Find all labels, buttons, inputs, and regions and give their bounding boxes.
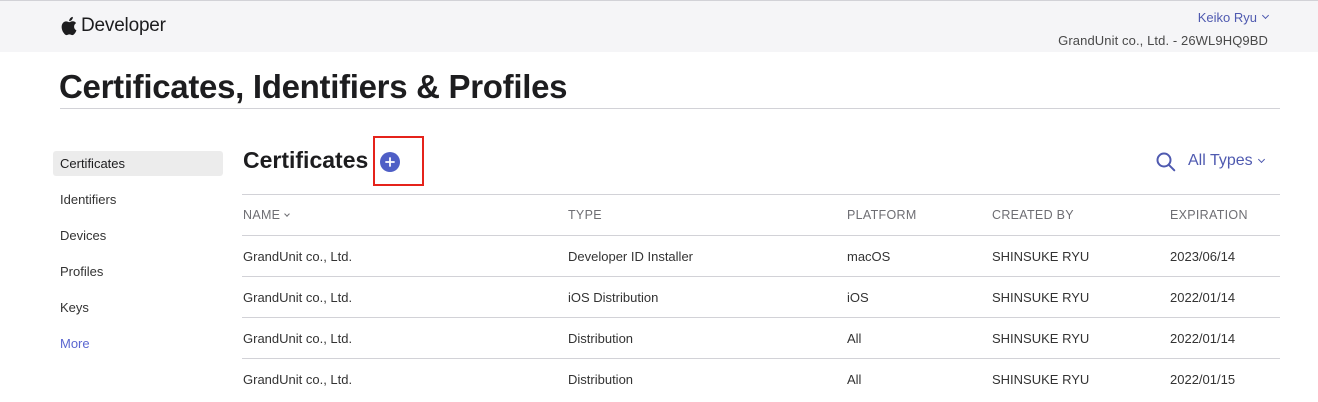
cell-name: GrandUnit co., Ltd. — [243, 331, 353, 346]
cell-expiration: 2022/01/14 — [1170, 290, 1236, 305]
sidebar-item-certificates[interactable]: Certificates — [53, 151, 223, 176]
cell-name: GrandUnit co., Ltd. — [243, 290, 353, 305]
sidebar-item-profiles[interactable]: Profiles — [53, 259, 223, 284]
column-header-platform: PLATFORM — [847, 208, 917, 222]
cell-created-by: SHINSUKE RYU — [992, 290, 1090, 305]
cell-expiration: 2022/01/15 — [1170, 372, 1236, 387]
cell-name: GrandUnit co., Ltd. — [243, 249, 353, 264]
cell-type: Distribution — [568, 372, 634, 387]
page-title: Certificates, Identifiers & Profiles — [59, 68, 568, 105]
account-menu: Keiko Ryu GrandUnit co., Ltd. - 26WL9HQ9… — [1058, 9, 1270, 48]
sidebar: Certificates Identifiers Devices Profile… — [53, 151, 223, 367]
search-button[interactable] — [1155, 151, 1177, 173]
search-icon — [1155, 151, 1177, 173]
global-header: Developer Keiko Ryu GrandUnit co., Ltd. … — [0, 0, 1318, 52]
type-filter-dropdown[interactable]: All Types — [1188, 152, 1265, 170]
cell-created-by: SHINSUKE RYU — [992, 331, 1090, 346]
column-header-type: TYPE — [568, 208, 602, 222]
table-header: NAME TYPE PLATFORM CREATED BY EXPIRATION — [242, 194, 1280, 235]
cell-expiration: 2023/06/14 — [1170, 249, 1236, 264]
developer-logo[interactable]: Developer — [60, 15, 166, 37]
user-name: Keiko Ryu — [1197, 10, 1257, 25]
type-filter-label: All Types — [1188, 152, 1253, 169]
section-title: Certificates — [243, 147, 369, 173]
column-header-label: NAME — [243, 208, 281, 222]
table-row[interactable]: GrandUnit co., Ltd. iOS Distribution iOS… — [242, 276, 1280, 317]
table-row[interactable]: GrandUnit co., Ltd. Distribution All SHI… — [242, 358, 1280, 399]
apple-logo-icon — [60, 16, 77, 36]
cell-platform: All — [847, 372, 862, 387]
sidebar-item-identifiers[interactable]: Identifiers — [53, 187, 223, 212]
team-name: GrandUnit co., Ltd. - 26WL9HQ9BD — [1058, 33, 1268, 48]
cell-type: Distribution — [568, 331, 634, 346]
cell-platform: macOS — [847, 249, 891, 264]
cell-type: Developer ID Installer — [568, 249, 693, 264]
table-row[interactable]: GrandUnit co., Ltd. Developer ID Install… — [242, 235, 1280, 276]
cell-expiration: 2022/01/14 — [1170, 331, 1236, 346]
sort-chevron-icon — [284, 211, 291, 217]
sidebar-item-more[interactable]: More — [53, 331, 223, 356]
sidebar-item-devices[interactable]: Devices — [53, 223, 223, 248]
chevron-down-icon — [1257, 155, 1265, 163]
brand-name: Developer — [81, 15, 166, 36]
divider — [60, 108, 1280, 109]
chevron-down-icon — [1261, 11, 1270, 20]
cell-platform: All — [847, 331, 862, 346]
column-header-expiration: EXPIRATION — [1170, 208, 1248, 222]
certificates-table: NAME TYPE PLATFORM CREATED BY EXPIRATION… — [242, 194, 1280, 399]
user-menu[interactable]: Keiko Ryu — [1197, 10, 1270, 25]
cell-platform: iOS — [847, 290, 869, 305]
cell-created-by: SHINSUKE RYU — [992, 249, 1090, 264]
highlight-annotation — [373, 136, 424, 186]
column-header-created-by: CREATED BY — [992, 208, 1074, 222]
cell-created-by: SHINSUKE RYU — [992, 372, 1090, 387]
sidebar-item-keys[interactable]: Keys — [53, 295, 223, 320]
table-row[interactable]: GrandUnit co., Ltd. Distribution All SHI… — [242, 317, 1280, 358]
cell-name: GrandUnit co., Ltd. — [243, 372, 353, 387]
cell-type: iOS Distribution — [568, 290, 659, 305]
column-header-name[interactable]: NAME — [243, 195, 291, 236]
